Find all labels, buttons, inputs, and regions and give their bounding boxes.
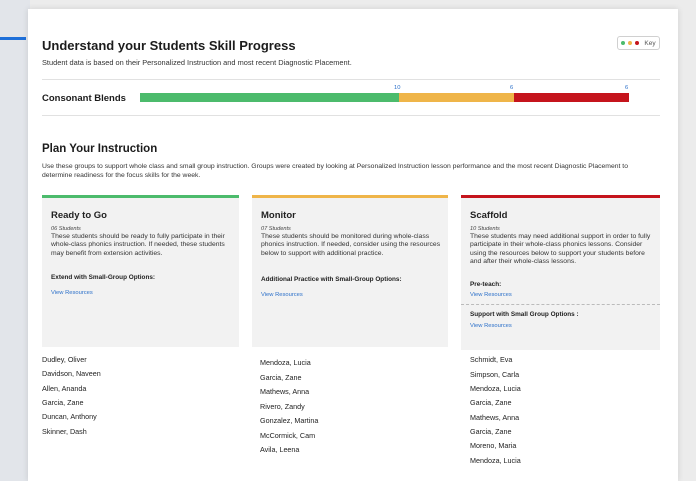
view-resources-link[interactable]: View Resources <box>261 292 303 298</box>
page-title: Understand your Students Skill Progress <box>42 38 296 53</box>
student-name: Mendoza, Lucia <box>260 358 311 367</box>
student-name: Rivero, Zandy <box>260 402 305 411</box>
student-name: Schmidt, Eva <box>470 355 513 364</box>
skill-progress-bar[interactable] <box>140 93 629 102</box>
group-card-monitor: Monitor 07 Students These students shoul… <box>252 195 448 347</box>
group-card-ready: Ready to Go 06 Students These students s… <box>42 195 239 347</box>
plan-description: Use these groups to support whole class … <box>42 163 628 179</box>
page-subtitle: Student data is based on their Personali… <box>42 58 352 67</box>
skill-name: Consonant Blends <box>42 93 126 104</box>
scaffold-count-label: 6 <box>625 85 629 91</box>
divider <box>42 79 660 80</box>
red-dot-icon <box>635 41 640 45</box>
student-name: Garcia, Zane <box>470 427 512 436</box>
group-description: These students should be ready to fully … <box>51 233 225 257</box>
student-name: Duncan, Anthony <box>42 412 97 421</box>
green-dot-icon <box>621 41 626 45</box>
group-card-scaffold: Scaffold 10 Students These students may … <box>461 195 660 350</box>
student-name: Simpson, Carla <box>470 370 520 379</box>
nav-accent-line <box>0 37 26 40</box>
group-color-bar <box>461 195 660 198</box>
student-count: 07 Students <box>261 226 291 232</box>
group-title: Ready to Go <box>51 210 107 221</box>
student-name: Mendoza, Lucia <box>470 384 521 393</box>
dashed-divider <box>461 304 660 305</box>
student-name: Mathews, Anna <box>260 387 310 396</box>
option-title: Extend with Small-Group Options: <box>51 274 156 281</box>
option-title: Support with Small Group Options : <box>470 311 579 318</box>
preteach-resources-link[interactable]: View Resources <box>470 292 512 298</box>
group-description: These students may need additional suppo… <box>470 233 651 265</box>
view-resources-link[interactable]: View Resources <box>51 290 93 296</box>
skill-progress-card: Understand your Students Skill Progress … <box>28 9 678 481</box>
group-description: These students should be monitored durin… <box>261 233 441 257</box>
view-resources-link[interactable]: View Resources <box>470 323 512 329</box>
group-color-bar <box>42 195 239 198</box>
student-name: McCormick, Cam <box>260 431 316 440</box>
group-title: Monitor <box>261 210 296 221</box>
plan-title: Plan Your Instruction <box>42 143 158 155</box>
key-button[interactable]: Key <box>617 36 660 50</box>
option-title: Additional Practice with Small-Group Opt… <box>261 276 402 283</box>
group-title: Scaffold <box>470 210 508 221</box>
student-name: Allen, Ananda <box>42 384 87 393</box>
student-name: Mendoza, Lucia <box>470 456 521 465</box>
student-name: Skinner, Dash <box>42 427 87 436</box>
student-name: Garcia, Zane <box>470 398 512 407</box>
student-name: Davidson, Naveen <box>42 369 101 378</box>
monitor-count-label: 6 <box>510 85 514 91</box>
ready-segment[interactable] <box>140 93 399 102</box>
group-color-bar <box>252 195 448 198</box>
student-name: Mathews, Anna <box>470 413 520 422</box>
scaffold-segment[interactable] <box>514 93 629 102</box>
student-name: Garcia, Zane <box>42 398 84 407</box>
student-count: 10 Students <box>470 226 500 232</box>
student-name: Dudley, Oliver <box>42 355 87 364</box>
ready-count-label: 10 <box>394 85 401 91</box>
preteach-title: Pre-teach: <box>470 281 502 288</box>
left-panel-edge <box>0 0 30 481</box>
student-name: Gonzalez, Martina <box>260 416 319 425</box>
student-name: Garcia, Zane <box>260 373 302 382</box>
divider <box>42 115 660 116</box>
student-count: 06 Students <box>51 226 81 232</box>
key-label: Key <box>644 39 656 47</box>
student-name: Avila, Leena <box>260 445 300 454</box>
student-name: Moreno, Maria <box>470 441 517 450</box>
monitor-segment[interactable] <box>399 93 514 102</box>
yellow-dot-icon <box>628 41 633 45</box>
